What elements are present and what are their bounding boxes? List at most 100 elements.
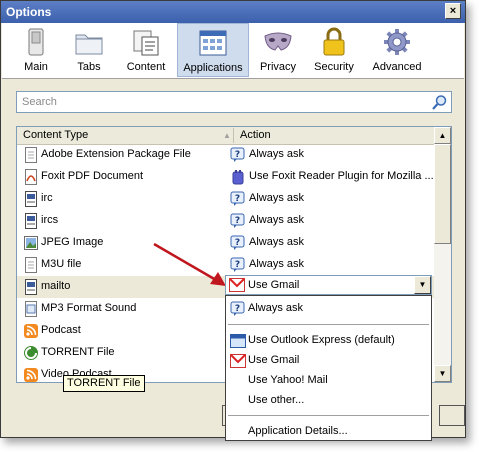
menu-item-application-details[interactable]: Application Details... — [226, 422, 431, 442]
window-title: Options — [6, 5, 52, 19]
tab-label: Applications — [183, 62, 243, 74]
plugin-icon — [232, 170, 244, 185]
content-type-label: mailto — [41, 280, 71, 292]
action-label[interactable]: Always ask — [249, 236, 304, 248]
action-dropdown-value: Use Gmail — [248, 279, 300, 291]
search-icon[interactable] — [431, 94, 448, 111]
file-icon — [25, 147, 37, 163]
ask-icon: ? — [230, 147, 245, 162]
tab-content[interactable]: Content — [120, 23, 172, 77]
action-label[interactable]: Always ask — [249, 192, 304, 204]
column-divider[interactable] — [233, 128, 234, 143]
svg-text:?: ? — [235, 216, 240, 226]
search-placeholder: Search — [22, 96, 57, 108]
table-row[interactable]: Adobe Extension Package File? Always ask — [17, 144, 435, 166]
table-row[interactable]: irc? Always ask — [17, 188, 435, 210]
svg-text:?: ? — [235, 260, 240, 270]
svg-text:?: ? — [235, 238, 240, 248]
protocol-icon — [25, 279, 37, 295]
action-dropdown[interactable]: Use Gmail ▼ — [225, 275, 432, 295]
content-type-label: M3U file — [41, 258, 82, 270]
feed-icon — [24, 368, 38, 382]
menu-separator — [228, 324, 429, 325]
content-type-label: JPEG Image — [41, 236, 104, 248]
content-type-label: Adobe Extension Package File — [41, 148, 191, 160]
tab-tabs[interactable]: Tabs — [66, 23, 112, 77]
gear-icon — [384, 29, 410, 55]
action-label[interactable]: Always ask — [249, 258, 304, 270]
menu-item-label: Use Outlook Express (default) — [248, 334, 395, 346]
menu-item-outlook-express[interactable]: Use Outlook Express (default) — [226, 331, 431, 351]
sort-ascending-icon: ▲ — [223, 131, 231, 140]
protocol-icon — [25, 191, 37, 207]
vertical-scrollbar[interactable]: ▲ ▼ — [434, 127, 451, 382]
content-type-label: TORRENT File — [41, 346, 115, 358]
content-icon — [133, 30, 159, 56]
tab-label: Privacy — [259, 61, 297, 73]
tab-privacy[interactable]: Privacy — [255, 23, 301, 77]
folder-icon — [75, 34, 103, 55]
ask-icon: ? — [230, 191, 245, 206]
action-dropdown-menu: ? Always ask Use Outlook Express (defaul… — [225, 295, 432, 441]
menu-item-use-other[interactable]: Use other... — [226, 391, 431, 411]
ask-icon: ? — [230, 235, 245, 250]
content-type-label: irc — [41, 192, 53, 204]
file-icon — [25, 257, 37, 273]
scroll-thumb[interactable] — [434, 144, 451, 244]
annotation-arrow — [153, 242, 226, 286]
outlook-icon — [230, 334, 246, 348]
switch-icon — [28, 28, 44, 56]
tooltip: TORRENT File — [63, 375, 145, 392]
menu-item-label: Use Yahoo! Mail — [248, 374, 328, 386]
tab-main[interactable]: Main — [14, 23, 58, 77]
menu-separator — [228, 415, 429, 416]
applications-icon — [199, 30, 227, 56]
dialog-button[interactable] — [439, 405, 465, 426]
menu-item-label: Use Gmail — [248, 354, 300, 366]
dropdown-arrow-button[interactable]: ▼ — [414, 276, 431, 294]
content-type-label: Podcast — [41, 324, 81, 336]
menu-item-label: Application Details... — [248, 425, 348, 437]
close-button[interactable]: × — [445, 3, 461, 19]
svg-text:?: ? — [235, 150, 240, 160]
protocol-icon — [25, 213, 37, 229]
padlock-icon — [323, 27, 345, 56]
column-header-content-type[interactable]: Content Type — [23, 129, 88, 141]
feed-icon — [24, 324, 38, 338]
content-type-label: ircs — [41, 214, 59, 226]
tab-label: Advanced — [372, 61, 422, 73]
ask-icon: ? — [230, 213, 245, 228]
gmail-icon — [229, 278, 245, 292]
scroll-down-button[interactable]: ▼ — [434, 365, 451, 382]
action-label[interactable]: Always ask — [249, 214, 304, 226]
tab-advanced[interactable]: Advanced — [368, 23, 426, 77]
title-bar[interactable]: Options × — [1, 1, 465, 23]
menu-item-gmail[interactable]: Use Gmail — [226, 351, 431, 371]
column-header-action[interactable]: Action — [240, 129, 271, 141]
content-type-label: MP3 Format Sound — [41, 302, 137, 314]
svg-text:?: ? — [235, 304, 240, 314]
action-label[interactable]: Use Foxit Reader Plugin for Mozilla ... — [249, 170, 434, 182]
menu-item-always-ask[interactable]: ? Always ask — [226, 299, 431, 319]
mask-icon — [264, 32, 292, 51]
tab-security[interactable]: Security — [308, 23, 360, 77]
tab-label: Content — [126, 61, 166, 73]
ask-icon: ? — [230, 257, 245, 272]
tab-label: Main — [24, 61, 48, 73]
tab-applications[interactable]: Applications — [177, 23, 249, 77]
preferences-toolbar: Main Tabs Content Applications Privacy S… — [2, 23, 464, 79]
menu-item-label: Always ask — [248, 302, 304, 314]
torrent-icon — [24, 346, 38, 360]
table-row[interactable]: Foxit PDF Document Use Foxit Reader Plugi… — [17, 166, 435, 188]
menu-item-yahoo-mail[interactable]: Use Yahoo! Mail — [226, 371, 431, 391]
gmail-icon — [230, 354, 246, 368]
svg-text:?: ? — [235, 194, 240, 204]
scroll-up-button[interactable]: ▲ — [434, 127, 451, 144]
search-input[interactable]: Search — [16, 91, 452, 113]
menu-item-label: Use other... — [248, 394, 305, 406]
tab-label: Security — [314, 61, 354, 73]
audio-icon — [25, 301, 37, 317]
table-row[interactable]: ircs? Always ask — [17, 210, 435, 232]
action-label[interactable]: Always ask — [249, 148, 304, 160]
pdf-icon — [25, 169, 37, 185]
